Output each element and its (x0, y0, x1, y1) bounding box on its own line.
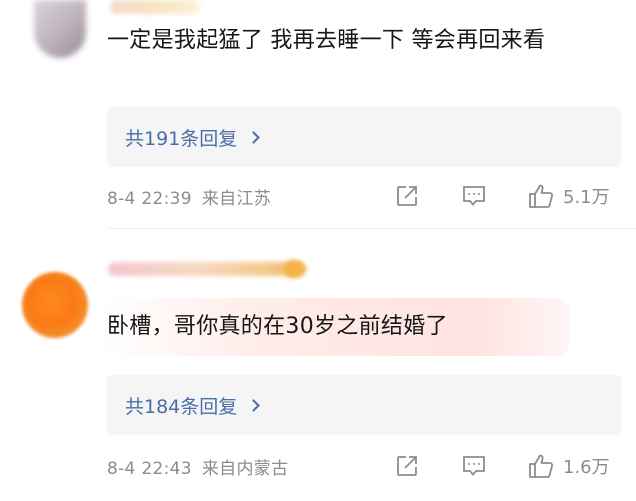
like-count: 5.1万 (563, 187, 610, 208)
comment-icon (463, 456, 485, 476)
share-icon (397, 186, 417, 206)
like-icon (529, 454, 554, 478)
user-badge-icon (284, 260, 304, 278)
comment-text: 一定是我起猛了 我再去睡一下 等会再回来看 (107, 28, 546, 53)
chevron-right-icon (247, 398, 261, 412)
avatar[interactable] (22, 272, 88, 338)
like-button[interactable]: 5.1万 (527, 181, 610, 211)
username-blurred[interactable] (108, 262, 306, 276)
like-button[interactable]: 1.6万 (527, 451, 610, 481)
username-blurred[interactable] (110, 0, 200, 14)
like-icon (529, 184, 554, 208)
replies-label: 共184条回复 (125, 395, 238, 418)
location: 来自江苏 (201, 189, 272, 209)
share-button[interactable] (394, 181, 420, 211)
comment-icon (463, 186, 485, 206)
comment-button[interactable] (460, 181, 488, 211)
comment-item: 一定是我起猛了 我再去睡一下 等会再回来看 共191条回复 8-4 22:39 来… (0, 0, 636, 230)
share-button[interactable] (394, 451, 420, 481)
chevron-right-icon (247, 130, 261, 144)
location: 来自内蒙古 (201, 459, 289, 479)
comment-item: 卧槽，哥你真的在30岁之前结婚了 共184条回复 8-4 22:43 来自内蒙古 (0, 230, 636, 501)
timestamp: 8-4 22:43 (107, 459, 192, 479)
comment-button[interactable] (460, 451, 488, 481)
view-replies-button[interactable]: 共191条回复 (107, 107, 621, 167)
divider (107, 228, 636, 229)
share-icon (397, 456, 417, 476)
comment-text: 卧槽，哥你真的在30岁之前结婚了 (107, 314, 448, 339)
avatar[interactable] (34, 0, 86, 58)
timestamp: 8-4 22:39 (107, 189, 192, 209)
comment-meta: 8-4 22:39 来自江苏 5.1万 (107, 181, 621, 211)
view-replies-button[interactable]: 共184条回复 (107, 375, 621, 435)
comment-meta: 8-4 22:43 来自内蒙古 1.6万 (107, 451, 621, 481)
like-count: 1.6万 (563, 457, 610, 478)
replies-label: 共191条回复 (125, 127, 238, 150)
